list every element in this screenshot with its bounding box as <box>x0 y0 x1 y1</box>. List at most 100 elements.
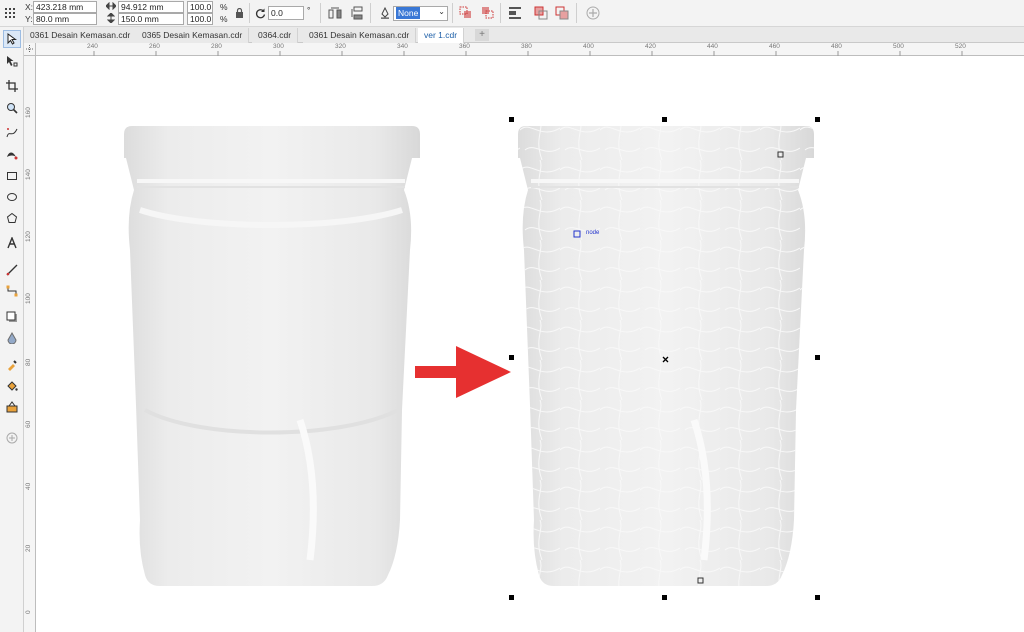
ruler-label: 480 <box>831 43 842 50</box>
add-plus-circle-icon[interactable] <box>585 5 601 21</box>
zoom-tool-icon[interactable] <box>3 99 21 117</box>
object-origin-icon[interactable] <box>2 5 18 21</box>
selection-handle[interactable] <box>662 595 667 600</box>
drawing-canvas[interactable]: node <box>37 56 1024 632</box>
selection-handle[interactable] <box>509 595 514 600</box>
mirror-vertical-icon[interactable] <box>349 5 365 21</box>
left-pouch-image[interactable] <box>124 126 420 586</box>
toolbox <box>0 27 24 632</box>
selection-handle[interactable] <box>815 117 820 122</box>
selection-handle[interactable] <box>815 595 820 600</box>
ruler-label: 40 <box>25 482 32 490</box>
ruler-label: 460 <box>769 43 780 50</box>
outline-width-dropdown[interactable]: None ⌄ <box>393 6 448 21</box>
artistic-media-icon[interactable] <box>3 146 21 164</box>
ruler-label: 520 <box>955 43 966 50</box>
tab-document-4[interactable]: 0361 Desain Kemasan.cdr <box>303 28 417 43</box>
height-field[interactable]: 150.0 mm <box>118 13 184 25</box>
degree-unit: ° <box>307 5 311 15</box>
intersect-icon[interactable] <box>554 5 570 21</box>
pick-tool-icon[interactable] <box>3 30 21 48</box>
selection-handle[interactable] <box>509 355 514 360</box>
shape-tool-icon[interactable] <box>3 52 21 70</box>
outline-width-value: None <box>396 7 421 19</box>
ruler-label: 160 <box>25 107 32 118</box>
vertical-ruler[interactable]: 160 140 120 100 80 60 40 20 0 <box>24 56 36 632</box>
selection-handle[interactable] <box>509 117 514 122</box>
scale-x-field[interactable]: 100.0 <box>187 1 213 13</box>
connector-tool-icon[interactable] <box>3 282 21 300</box>
new-tab-button[interactable]: + <box>475 29 489 41</box>
document-tab-bar: 0361 Desain Kemasan.cdr 0365 Desain Kema… <box>0 27 1024 43</box>
rotate-icon <box>252 5 268 21</box>
ruler-label: 80 <box>25 358 32 366</box>
quick-customize-icon[interactable] <box>533 5 549 21</box>
lock-ratio-icon[interactable] <box>231 5 247 21</box>
horizontal-ruler[interactable]: 240 260 280 300 320 340 360 380 400 420 … <box>24 43 1024 56</box>
ruler-label: 140 <box>25 169 32 180</box>
right-pouch-image[interactable] <box>518 126 814 586</box>
node-label: node <box>586 230 600 236</box>
crop-tool-icon[interactable] <box>3 77 21 95</box>
y-label: Y: <box>25 14 33 24</box>
mirror-horizontal-icon[interactable] <box>327 5 343 21</box>
ruler-label: 60 <box>25 420 32 428</box>
smart-fill-icon[interactable] <box>3 398 21 416</box>
add-tool-icon[interactable] <box>3 429 21 447</box>
separator <box>370 3 371 23</box>
separator <box>320 3 321 23</box>
outline-pen-icon <box>377 5 393 21</box>
tab-document-1[interactable]: 0361 Desain Kemasan.cdr <box>24 28 138 43</box>
interactive-fill-icon[interactable] <box>3 377 21 395</box>
ruler-label: 260 <box>149 43 160 50</box>
rotation-field[interactable]: 0.0 <box>268 6 304 20</box>
drop-shadow-icon[interactable] <box>3 308 21 326</box>
x-label: X: <box>25 2 34 12</box>
tab-document-5[interactable]: ver 1.cdr <box>418 28 465 43</box>
color-eyedropper-icon[interactable] <box>3 356 21 374</box>
separator <box>576 3 577 23</box>
scale-y-unit: % <box>220 14 228 24</box>
ruler-label: 240 <box>87 43 98 50</box>
separator <box>500 3 501 23</box>
selection-handle[interactable] <box>662 117 667 122</box>
ruler-label: 420 <box>645 43 656 50</box>
ruler-label: 20 <box>25 544 32 552</box>
polygon-tool-icon[interactable] <box>3 209 21 227</box>
height-icon <box>105 12 117 24</box>
separator <box>249 3 250 23</box>
ellipse-tool-icon[interactable] <box>3 188 21 206</box>
ruler-label: 380 <box>521 43 532 50</box>
freehand-tool-icon[interactable] <box>3 124 21 142</box>
ruler-label: 440 <box>707 43 718 50</box>
scale-x-unit: % <box>220 2 228 12</box>
ruler-label: 120 <box>25 231 32 242</box>
ruler-label: 280 <box>211 43 222 50</box>
separator <box>452 3 453 23</box>
red-arrow-icon <box>415 346 511 398</box>
ruler-corner-icon[interactable] <box>24 43 36 56</box>
ruler-label: 320 <box>335 43 346 50</box>
rectangle-tool-icon[interactable] <box>3 167 21 185</box>
width-icon <box>105 0 117 12</box>
parallel-dimension-icon[interactable] <box>3 261 21 279</box>
wrap-text-icon[interactable] <box>507 5 523 21</box>
transparency-tool-icon[interactable] <box>3 329 21 347</box>
chevron-down-icon: ⌄ <box>438 7 445 16</box>
scale-y-field[interactable]: 100.0 <box>187 13 213 25</box>
width-field[interactable]: 94.912 mm <box>118 1 184 13</box>
ruler-label: 100 <box>25 293 32 304</box>
ruler-label: 360 <box>459 43 470 50</box>
ruler-label: 0 <box>25 610 32 614</box>
ruler-label: 400 <box>583 43 594 50</box>
to-front-icon[interactable] <box>458 5 474 21</box>
text-tool-icon[interactable] <box>3 234 21 252</box>
tab-document-3[interactable]: 0364.cdr <box>252 28 299 43</box>
selection-handle[interactable] <box>815 355 820 360</box>
to-back-icon[interactable] <box>480 5 496 21</box>
y-position-field[interactable]: 80.0 mm <box>33 13 97 25</box>
property-bar: X: 423.218 mm Y: 80.0 mm 94.912 mm 150.0… <box>0 0 1024 27</box>
x-position-field[interactable]: 423.218 mm <box>33 1 97 13</box>
ruler-label: 340 <box>397 43 408 50</box>
tab-document-2[interactable]: 0365 Desain Kemasan.cdr <box>136 28 250 43</box>
